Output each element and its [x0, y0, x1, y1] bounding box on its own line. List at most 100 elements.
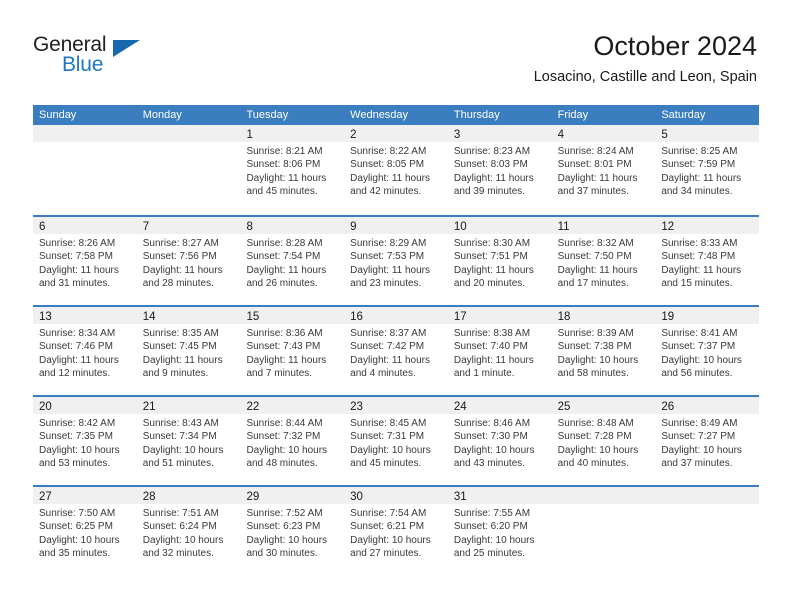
day-cell[interactable]: 24 Sunrise: 8:46 AM Sunset: 7:30 PM Dayligh…	[447, 397, 552, 485]
day-cell[interactable]: 26 Sunrise: 8:49 AM Sunset: 7:27 PM Dayligh…	[655, 397, 760, 485]
day-cell[interactable]: 13 Sunrise: 8:34 AM Sunset: 7:46 PM Dayligh…	[33, 307, 137, 395]
day-cell[interactable]: 14 Sunrise: 8:35 AM Sunset: 7:45 PM Dayligh…	[136, 307, 241, 395]
sunset-text: Sunset: 7:53 PM	[350, 251, 425, 263]
day-number-band: 19	[655, 307, 760, 324]
day-number-band: 27	[33, 487, 137, 504]
day-number-band	[33, 125, 137, 142]
day-cell[interactable]: 16 Sunrise: 8:37 AM Sunset: 7:42 PM Dayligh…	[344, 307, 448, 395]
day-cell[interactable]: 31 Sunrise: 7:55 AM Sunset: 6:20 PM Dayligh…	[447, 487, 552, 575]
sunrise-text: Sunrise: 8:38 AM	[453, 328, 531, 339]
day-cell[interactable]: 20 Sunrise: 8:42 AM Sunset: 7:35 PM Dayligh…	[33, 397, 137, 485]
day-number: 30	[350, 491, 363, 503]
day-cell[interactable]: 19 Sunrise: 8:41 AM Sunset: 7:37 PM Dayligh…	[655, 307, 760, 395]
day-cell[interactable]: 25 Sunrise: 8:48 AM Sunset: 7:28 PM Dayligh…	[551, 397, 656, 485]
daylight-text-line2: and 30 minutes.	[246, 548, 318, 560]
day-cell-empty	[551, 487, 656, 575]
sunset-text: Sunset: 8:03 PM	[453, 159, 528, 171]
day-number: 14	[142, 311, 156, 323]
sunset-text: Sunset: 7:43 PM	[246, 341, 321, 353]
day-cell[interactable]: 12 Sunrise: 8:33 AM Sunset: 7:48 PM Dayligh…	[655, 217, 760, 305]
sunrise-text: Sunrise: 8:27 AM	[142, 238, 219, 249]
logo-text-general: General	[33, 33, 107, 56]
day-number: 18	[557, 311, 571, 323]
day-number: 31	[453, 491, 467, 503]
day-number: 13	[39, 311, 52, 323]
sunrise-text: Sunrise: 8:32 AM	[557, 238, 634, 249]
day-sun-info: Sunrise: 8:28 AM Sunset: 7:54 PM Daylight:…	[240, 234, 344, 291]
day-cell[interactable]: 22 Sunrise: 8:44 AM Sunset: 7:32 PM Dayligh…	[240, 397, 345, 485]
daylight-text-line2: and 15 minutes.	[661, 278, 733, 290]
sunrise-text: Sunrise: 8:34 AM	[39, 328, 116, 339]
day-number-band: 21	[136, 397, 241, 414]
day-number-band: 23	[344, 397, 448, 414]
day-cell[interactable]: 5 Sunrise: 8:25 AM Sunset: 7:59 PM Daylight…	[655, 125, 760, 215]
day-number-band: 24	[447, 397, 552, 414]
daylight-text-line2: and 51 minutes.	[142, 458, 214, 470]
daylight-text-line1: Daylight: 10 hours	[246, 534, 328, 546]
day-number: 3	[453, 129, 461, 141]
day-sun-info: Sunrise: 8:29 AM Sunset: 7:53 PM Daylight:…	[344, 234, 448, 291]
sunrise-text: Sunrise: 8:36 AM	[246, 328, 323, 339]
day-sun-info: Sunrise: 8:49 AM Sunset: 7:27 PM Daylight:…	[655, 414, 759, 471]
day-sun-info: Sunrise: 8:41 AM Sunset: 7:37 PM Daylight:…	[655, 324, 759, 381]
sunset-text: Sunset: 7:58 PM	[39, 251, 113, 263]
day-cell[interactable]: 2 Sunrise: 8:22 AM Sunset: 8:05 PM Daylight…	[344, 125, 448, 215]
page-title: October 2024	[593, 31, 757, 61]
weekday-header-friday: Friday	[557, 109, 589, 121]
day-cell[interactable]: 10 Sunrise: 8:30 AM Sunset: 7:51 PM Dayligh…	[447, 217, 552, 305]
logo-text-blue: Blue	[62, 53, 104, 76]
day-sun-info: Sunrise: 8:48 AM Sunset: 7:28 PM Daylight:…	[552, 414, 656, 471]
daylight-text-line1: Daylight: 11 hours	[661, 264, 742, 276]
location-subtitle: Losacino, Castille and Leon, Spain	[533, 69, 757, 85]
day-cell[interactable]: 18 Sunrise: 8:39 AM Sunset: 7:38 PM Dayligh…	[551, 307, 656, 395]
daylight-text-line2: and 39 minutes.	[453, 186, 526, 198]
day-number: 16	[350, 311, 363, 323]
daylight-text-line1: Daylight: 10 hours	[142, 534, 224, 546]
sunset-text: Sunset: 6:21 PM	[350, 521, 425, 533]
day-cell[interactable]: 6 Sunrise: 8:26 AM Sunset: 7:58 PM Daylight…	[33, 217, 137, 305]
sunset-text: Sunset: 8:05 PM	[350, 159, 425, 171]
day-number-band: 17	[447, 307, 552, 324]
day-cell[interactable]: 9 Sunrise: 8:29 AM Sunset: 7:53 PM Daylight…	[344, 217, 448, 305]
daylight-text-line2: and 12 minutes.	[39, 368, 111, 380]
day-number: 22	[246, 401, 260, 413]
day-cell[interactable]: 17 Sunrise: 8:38 AM Sunset: 7:40 PM Dayligh…	[447, 307, 552, 395]
day-sun-info: Sunrise: 8:24 AM Sunset: 8:01 PM Daylight:…	[552, 142, 656, 199]
sunset-text: Sunset: 7:31 PM	[350, 431, 425, 443]
day-cell[interactable]: 29 Sunrise: 7:52 AM Sunset: 6:23 PM Dayligh…	[240, 487, 345, 575]
day-number: 25	[557, 401, 571, 413]
day-number-band: 25	[551, 397, 656, 414]
day-cell[interactable]: 7 Sunrise: 8:27 AM Sunset: 7:56 PM Daylight…	[136, 217, 241, 305]
day-sun-info: Sunrise: 8:36 AM Sunset: 7:43 PM Daylight:…	[240, 324, 344, 381]
day-number-band: 28	[136, 487, 241, 504]
day-cell[interactable]: 28 Sunrise: 7:51 AM Sunset: 6:24 PM Dayligh…	[136, 487, 241, 575]
calendar-page: General Blue October 2024 Losacino, Cast…	[0, 0, 792, 612]
day-cell[interactable]: 4 Sunrise: 8:24 AM Sunset: 8:01 PM Daylight…	[551, 125, 656, 215]
calendar-week-row: 20 Sunrise: 8:42 AM Sunset: 7:35 PM Dayligh…	[33, 395, 760, 485]
day-number: 23	[350, 401, 363, 413]
day-cell[interactable]: 1 Sunrise: 8:21 AM Sunset: 8:06 PM Daylight…	[240, 125, 345, 215]
day-cell[interactable]: 15 Sunrise: 8:36 AM Sunset: 7:43 PM Dayligh…	[240, 307, 345, 395]
daylight-text-line2: and 27 minutes.	[350, 548, 422, 560]
logo-triangle-icon	[113, 40, 140, 57]
day-number: 28	[142, 491, 156, 503]
sunrise-text: Sunrise: 8:48 AM	[557, 418, 634, 429]
sunrise-text: Sunrise: 8:23 AM	[453, 146, 531, 157]
day-cell[interactable]: 27 Sunrise: 7:50 AM Sunset: 6:25 PM Dayligh…	[33, 487, 137, 575]
sunrise-text: Sunrise: 8:42 AM	[39, 418, 116, 429]
title-block: October 2024 Losacino, Castille and Leon…	[534, 30, 757, 86]
sunset-text: Sunset: 6:24 PM	[142, 521, 217, 533]
day-cell[interactable]: 11 Sunrise: 8:32 AM Sunset: 7:50 PM Dayligh…	[551, 217, 656, 305]
day-number-band: 29	[240, 487, 345, 504]
day-cell[interactable]: 30 Sunrise: 7:54 AM Sunset: 6:21 PM Dayligh…	[344, 487, 448, 575]
daylight-text-line2: and 31 minutes.	[39, 278, 111, 290]
daylight-text-line2: and 7 minutes.	[246, 368, 313, 380]
day-cell[interactable]: 8 Sunrise: 8:28 AM Sunset: 7:54 PM Daylight…	[240, 217, 345, 305]
sunrise-text: Sunrise: 8:26 AM	[39, 238, 116, 249]
general-blue-logo[interactable]: General Blue	[33, 34, 173, 80]
day-cell[interactable]: 3 Sunrise: 8:23 AM Sunset: 8:03 PM Daylight…	[447, 125, 552, 215]
day-cell[interactable]: 23 Sunrise: 8:45 AM Sunset: 7:31 PM Dayligh…	[344, 397, 448, 485]
daylight-text-line1: Daylight: 10 hours	[661, 444, 742, 456]
day-cell[interactable]: 21 Sunrise: 8:43 AM Sunset: 7:34 PM Dayligh…	[136, 397, 241, 485]
day-sun-info: Sunrise: 8:22 AM Sunset: 8:05 PM Daylight:…	[344, 142, 448, 199]
